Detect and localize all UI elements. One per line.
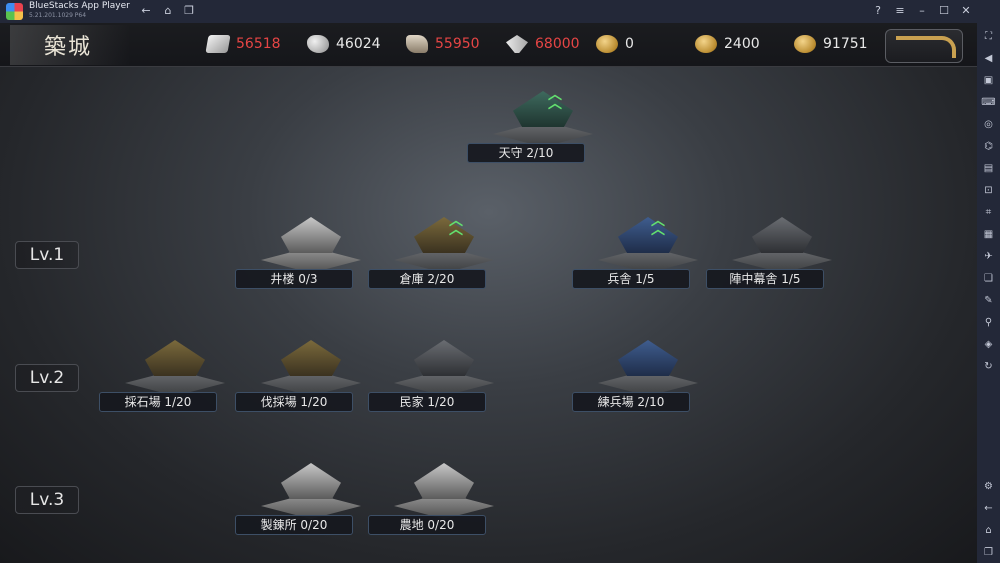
building-minka[interactable]: 民家 1/20 [368,334,494,414]
game-viewport: 築城 56518 46024 55950 68000 0 2400 91751 [0,23,977,563]
sidebar-back-icon[interactable]: ← [981,501,996,516]
screenshot-icon[interactable]: ⊡ [981,183,996,198]
building-label: 採石場 1/20 [99,392,217,412]
building-label: 民家 1/20 [368,392,486,412]
fullscreen-icon[interactable]: ⛶ [981,29,996,44]
building-label: 井楼 0/3 [235,269,353,289]
screen-record-icon[interactable]: ▣ [981,73,996,88]
building-label: 倉庫 2/20 [368,269,486,289]
jinchu-bakusha-image [724,211,832,273]
media-folder-icon[interactable]: ▦ [981,227,996,242]
building-jinchu-bakusha[interactable]: 陣中幕舎 1/5 [706,211,832,291]
stone-icon [307,35,329,53]
resource-bar: 築城 56518 46024 55950 68000 0 2400 91751 [0,23,977,67]
level-label-3: Lv.3 [15,486,79,514]
building-label: 天守 2/10 [467,143,585,163]
performance-icon[interactable]: ▤ [981,161,996,176]
bassaiba-image [253,334,361,396]
seirenjo-image [253,457,361,519]
building-saisekiba[interactable]: 採石場 1/20 [99,334,225,414]
food-icon [506,35,528,53]
app-title: BlueStacks App Player [29,1,130,11]
building-heisha[interactable]: ︿ ︿ 兵舎 1/5 [572,211,698,291]
location-icon[interactable]: ⚲ [981,315,996,330]
settings-gear-icon[interactable]: ⚙ [981,479,996,494]
return-button[interactable] [885,29,963,63]
help-icon[interactable]: ? [870,3,886,19]
sidebar-home-icon[interactable]: ⌂ [981,523,996,538]
mon-coin-icon [794,35,816,53]
airplane-mode-icon[interactable]: ✈ [981,249,996,264]
upgrade-arrow-icon: ︿ ︿ [651,213,665,238]
menu-icon[interactable]: ≡ [892,3,908,19]
home-icon[interactable]: ⌂ [160,3,176,19]
level-label-1: Lv.1 [15,241,79,269]
multi-window-icon[interactable]: ❏ [981,271,996,286]
recent-apps-icon[interactable]: ❐ [981,545,996,560]
resource-value: 91751 [823,36,868,52]
building-label: 兵舎 1/5 [572,269,690,289]
minka-image [386,334,494,396]
building-label: 農地 0/20 [368,515,486,535]
gamepad-icon[interactable]: ◎ [981,117,996,132]
bluestacks-logo-icon [6,3,23,20]
building-seirenjo[interactable]: 製錬所 0/20 [235,457,361,537]
sync-icon[interactable]: ↻ [981,359,996,374]
building-nouchi[interactable]: 農地 0/20 [368,457,494,537]
level-label-2: Lv.2 [15,364,79,392]
minimize-icon[interactable]: – [914,3,930,19]
building-souko[interactable]: ︿ ︿ 倉庫 2/20 [368,211,494,291]
capture-area-icon[interactable]: ⌗ [981,205,996,220]
return-arrow-icon [896,36,956,58]
upgrade-arrow-icon: ︿ ︿ [548,87,562,112]
layers-icon[interactable]: ◈ [981,337,996,352]
gold-coin-icon [695,35,717,53]
resource-value: 56518 [236,36,281,52]
resource-value: 68000 [535,36,580,52]
building-seirou[interactable]: 井楼 0/3 [235,211,361,291]
keyboard-icon[interactable]: ⌨ [981,95,996,110]
building-label: 練兵場 2/10 [572,392,690,412]
app-version: 5.21.201.1029 P64 [29,12,87,19]
building-label: 陣中幕舎 1/5 [706,269,824,289]
window-titlebar: BlueStacks App Player 5.21.201.1029 P64 … [0,0,1000,23]
upgrade-arrow-icon: ︿ ︿ [449,213,463,238]
ore-icon [205,35,231,53]
nouchi-image [386,457,494,519]
wood-icon [406,35,428,53]
back-arrow-icon[interactable]: ← [138,3,154,19]
saisekiba-image [117,334,225,396]
building-label: 製錬所 0/20 [235,515,353,535]
multi-instance-icon[interactable]: ❐ [181,3,197,19]
seirou-image [253,211,361,273]
page-title: 築城 [44,35,93,60]
eco-mode-icon[interactable]: ✎ [981,293,996,308]
renpeijo-image [590,334,698,396]
resource-value: 0 [625,36,634,52]
building-label: 伐採場 1/20 [235,392,353,412]
maximize-icon[interactable]: ☐ [936,3,952,19]
resource-value: 46024 [336,36,381,52]
macro-icon[interactable]: ⌬ [981,139,996,154]
ticket-icon [596,35,618,53]
close-icon[interactable]: ✕ [958,3,974,19]
bluestacks-sidebar: ⛶ ◀ ▣ ⌨ ◎ ⌬ ▤ ⊡ ⌗ ▦ ✈ ❏ ✎ ⚲ ◈ ↻ ⚙ ← ⌂ ❐ [977,23,1000,563]
volume-icon[interactable]: ◀ [981,51,996,66]
building-bassaiba[interactable]: 伐採場 1/20 [235,334,361,414]
resource-value: 2400 [724,36,760,52]
resource-value: 55950 [435,36,480,52]
building-renpeijo[interactable]: 練兵場 2/10 [572,334,698,414]
building-tenshu[interactable]: ︿ ︿ 天守 2/10 [467,85,593,165]
